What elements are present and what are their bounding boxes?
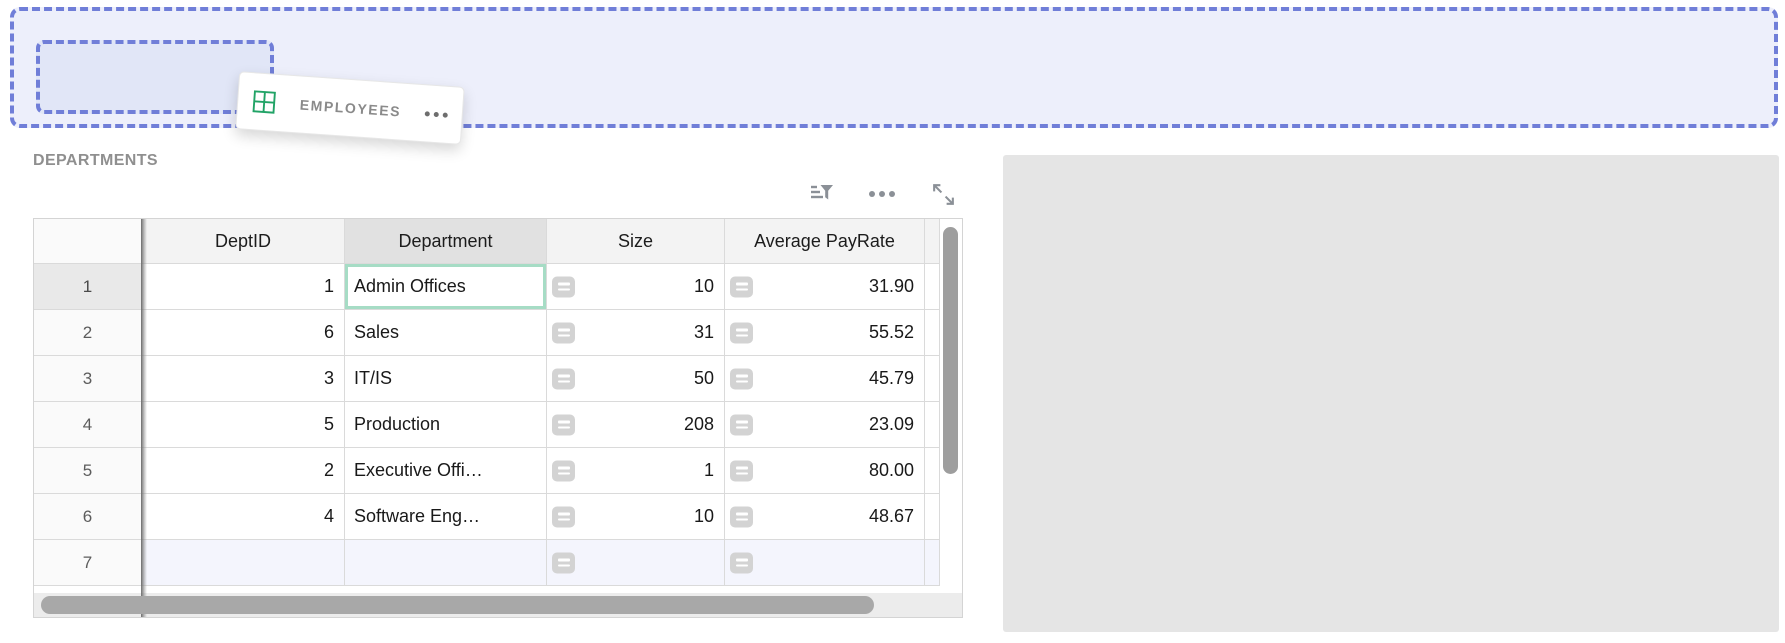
cell-size[interactable]: 208 xyxy=(547,402,725,448)
cell-payrate[interactable]: 45.79 xyxy=(725,356,925,402)
card-view-icon[interactable] xyxy=(552,276,575,297)
cell-spacer xyxy=(925,310,940,356)
cell-payrate[interactable]: 55.52 xyxy=(725,310,925,356)
table-row-empty: 7 xyxy=(34,540,962,586)
cell-department-selected[interactable]: Admin Offices xyxy=(345,264,547,310)
column-header-spacer xyxy=(925,219,940,264)
cell-department[interactable]: Sales xyxy=(345,310,547,356)
card-view-icon[interactable] xyxy=(730,368,753,389)
column-header-department[interactable]: Department xyxy=(345,219,547,264)
sort-filter-icon[interactable] xyxy=(806,179,836,209)
row-number[interactable]: 1 xyxy=(34,264,142,310)
row-number[interactable]: 4 xyxy=(34,402,142,448)
sheet-toolbar xyxy=(806,179,958,209)
column-header-deptid[interactable]: DeptID xyxy=(142,219,345,264)
cell-department[interactable]: Executive Offi… xyxy=(345,448,547,494)
sheet-title: DEPARTMENTS xyxy=(33,152,158,169)
cell-payrate[interactable]: 23.09 xyxy=(725,402,925,448)
card-view-icon[interactable] xyxy=(730,276,753,297)
table-grid-icon xyxy=(251,89,277,115)
expand-icon[interactable] xyxy=(928,179,958,209)
card-view-icon[interactable] xyxy=(730,322,753,343)
departments-table: DeptID Department Size Average PayRate 1… xyxy=(33,218,963,618)
card-view-icon[interactable] xyxy=(552,460,575,481)
cell-department[interactable] xyxy=(345,540,547,586)
horizontal-scrollbar-thumb[interactable] xyxy=(41,596,874,614)
cell-spacer xyxy=(925,402,940,448)
frozen-pane-divider[interactable] xyxy=(141,219,147,617)
cell-payrate[interactable]: 80.00 xyxy=(725,448,925,494)
cell-size[interactable]: 10 xyxy=(547,264,725,310)
drag-card-label: EMPLOYEES xyxy=(299,96,402,120)
cell-payrate[interactable]: 31.90 xyxy=(725,264,925,310)
card-view-icon[interactable] xyxy=(730,414,753,435)
row-number[interactable]: 6 xyxy=(34,494,142,540)
cell-payrate[interactable] xyxy=(725,540,925,586)
card-view-icon[interactable] xyxy=(552,322,575,343)
drag-card-more-icon[interactable] xyxy=(424,110,448,118)
column-header-size[interactable]: Size xyxy=(547,219,725,264)
cell-size[interactable]: 50 xyxy=(547,356,725,402)
table-row: 4 5 Production 208 23.09 xyxy=(34,402,962,448)
row-number[interactable]: 3 xyxy=(34,356,142,402)
cell-size[interactable]: 10 xyxy=(547,494,725,540)
row-number[interactable]: 7 xyxy=(34,540,142,586)
column-header-payrate[interactable]: Average PayRate xyxy=(725,219,925,264)
row-number[interactable]: 5 xyxy=(34,448,142,494)
cell-size[interactable] xyxy=(547,540,725,586)
card-view-icon[interactable] xyxy=(552,368,575,389)
table-row: 2 6 Sales 31 55.52 xyxy=(34,310,962,356)
cell-size[interactable]: 31 xyxy=(547,310,725,356)
table-row: 1 1 Admin Offices 10 31.90 xyxy=(34,264,962,310)
cell-deptid[interactable]: 3 xyxy=(142,356,345,402)
cell-spacer xyxy=(925,356,940,402)
cell-size[interactable]: 1 xyxy=(547,448,725,494)
card-view-icon[interactable] xyxy=(552,414,575,435)
cell-department[interactable]: IT/IS xyxy=(345,356,547,402)
canvas: EMPLOYEES DEPARTMENTS DeptID Department … xyxy=(0,0,1785,643)
cell-payrate[interactable]: 48.67 xyxy=(725,494,925,540)
card-view-icon[interactable] xyxy=(730,506,753,527)
card-view-icon[interactable] xyxy=(552,552,575,573)
table-row: 6 4 Software Eng… 10 48.67 xyxy=(34,494,962,540)
cell-department[interactable]: Production xyxy=(345,402,547,448)
cell-deptid[interactable] xyxy=(142,540,345,586)
vertical-scrollbar-thumb[interactable] xyxy=(943,227,958,474)
card-view-icon[interactable] xyxy=(730,460,753,481)
cell-deptid[interactable]: 2 xyxy=(142,448,345,494)
side-panel-placeholder xyxy=(1003,155,1779,632)
card-view-icon[interactable] xyxy=(552,506,575,527)
cell-spacer xyxy=(925,448,940,494)
cell-spacer xyxy=(925,494,940,540)
table-row: 5 2 Executive Offi… 1 80.00 xyxy=(34,448,962,494)
cell-deptid[interactable]: 4 xyxy=(142,494,345,540)
corner-header-cell[interactable] xyxy=(34,219,142,264)
card-view-icon[interactable] xyxy=(730,552,753,573)
cell-deptid[interactable]: 6 xyxy=(142,310,345,356)
cell-department[interactable]: Software Eng… xyxy=(345,494,547,540)
cell-deptid[interactable]: 1 xyxy=(142,264,345,310)
table-row: 3 3 IT/IS 50 45.79 xyxy=(34,356,962,402)
cell-spacer xyxy=(925,264,940,310)
row-number[interactable]: 2 xyxy=(34,310,142,356)
cell-spacer xyxy=(925,540,940,586)
cell-deptid[interactable]: 5 xyxy=(142,402,345,448)
more-options-icon[interactable] xyxy=(869,191,895,197)
header-row: DeptID Department Size Average PayRate xyxy=(34,219,962,264)
